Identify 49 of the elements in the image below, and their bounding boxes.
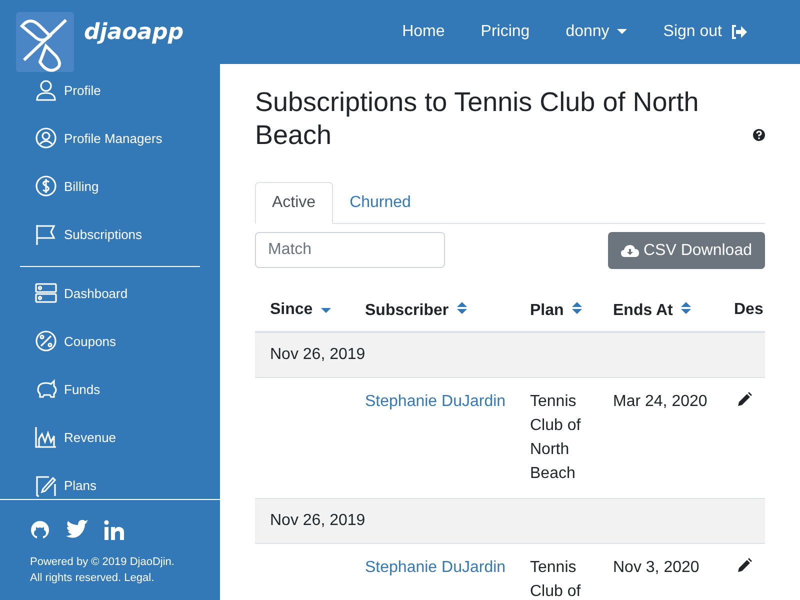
footer-text: All rights reserved. [30, 572, 122, 584]
nav-link[interactable]: Pricing [462, 23, 548, 41]
subscriber-link[interactable]: Stephanie DuJardin [365, 393, 506, 410]
sidebar-icon [35, 474, 57, 496]
edit-icon[interactable] [738, 392, 752, 406]
search-field[interactable]: Match [255, 232, 445, 268]
sidebar-item[interactable]: Coupons [0, 317, 220, 365]
sidebar-item[interactable]: Billing [0, 162, 220, 210]
plan-cell: Tennis Club of North Beach [530, 393, 581, 482]
tab[interactable]: Active [255, 182, 333, 224]
csv-download-button[interactable]: CSV Download [608, 232, 765, 269]
sidebar-item[interactable]: Funds [0, 365, 220, 413]
group-date: Nov 26, 2019 [270, 346, 366, 363]
brand-name[interactable]: djaoapp [84, 20, 184, 44]
subscriber-link[interactable]: Stephanie DuJardin [365, 559, 506, 576]
plan-cell: Tennis Club of [530, 559, 581, 600]
sign-out-link[interactable]: Sign out [645, 23, 766, 41]
logo-icon[interactable] [16, 12, 74, 72]
cloud-download-icon [620, 244, 638, 258]
sidebar-item[interactable]: Profile Managers [0, 114, 220, 162]
github-icon[interactable] [30, 520, 50, 540]
sidebar-icon [35, 126, 57, 150]
sign-out-icon [730, 24, 748, 40]
sidebar-icon [35, 426, 57, 448]
caret-icon [617, 29, 628, 35]
sidebar-icon [35, 282, 57, 304]
nav-link[interactable]: Home [384, 23, 463, 41]
sidebar-icon [35, 378, 57, 400]
page-title: Subscriptions to Tennis Club of North Beach [255, 86, 700, 152]
sidebar-item[interactable]: Subscriptions [0, 210, 220, 258]
group-date: Nov 26, 2019 [270, 512, 366, 529]
edit-icon[interactable] [738, 558, 752, 572]
ends-at-cell: Nov 3, 2020 [613, 559, 700, 576]
user-menu[interactable]: donny [548, 23, 646, 41]
sidebar-icon [35, 78, 57, 102]
sidebar-icon [35, 222, 57, 246]
footer-text: Powered by © 2019 DjaoDjin. [30, 555, 176, 570]
ends-at-cell: Mar 24, 2020 [613, 393, 708, 410]
sidebar-icon [35, 330, 57, 352]
help-icon[interactable] [753, 129, 765, 141]
sidebar-item[interactable]: Profile [0, 66, 220, 114]
sidebar-item[interactable]: Plans [0, 461, 220, 499]
sidebar-item[interactable]: Revenue [0, 413, 220, 461]
linkedin-icon[interactable] [104, 520, 124, 540]
twitter-icon[interactable] [66, 520, 88, 538]
sidebar-icon [35, 174, 57, 198]
sidebar-item[interactable]: Dashboard [0, 269, 220, 317]
tab[interactable]: Churned [332, 182, 428, 224]
legal-link[interactable]: Legal. [124, 572, 154, 584]
